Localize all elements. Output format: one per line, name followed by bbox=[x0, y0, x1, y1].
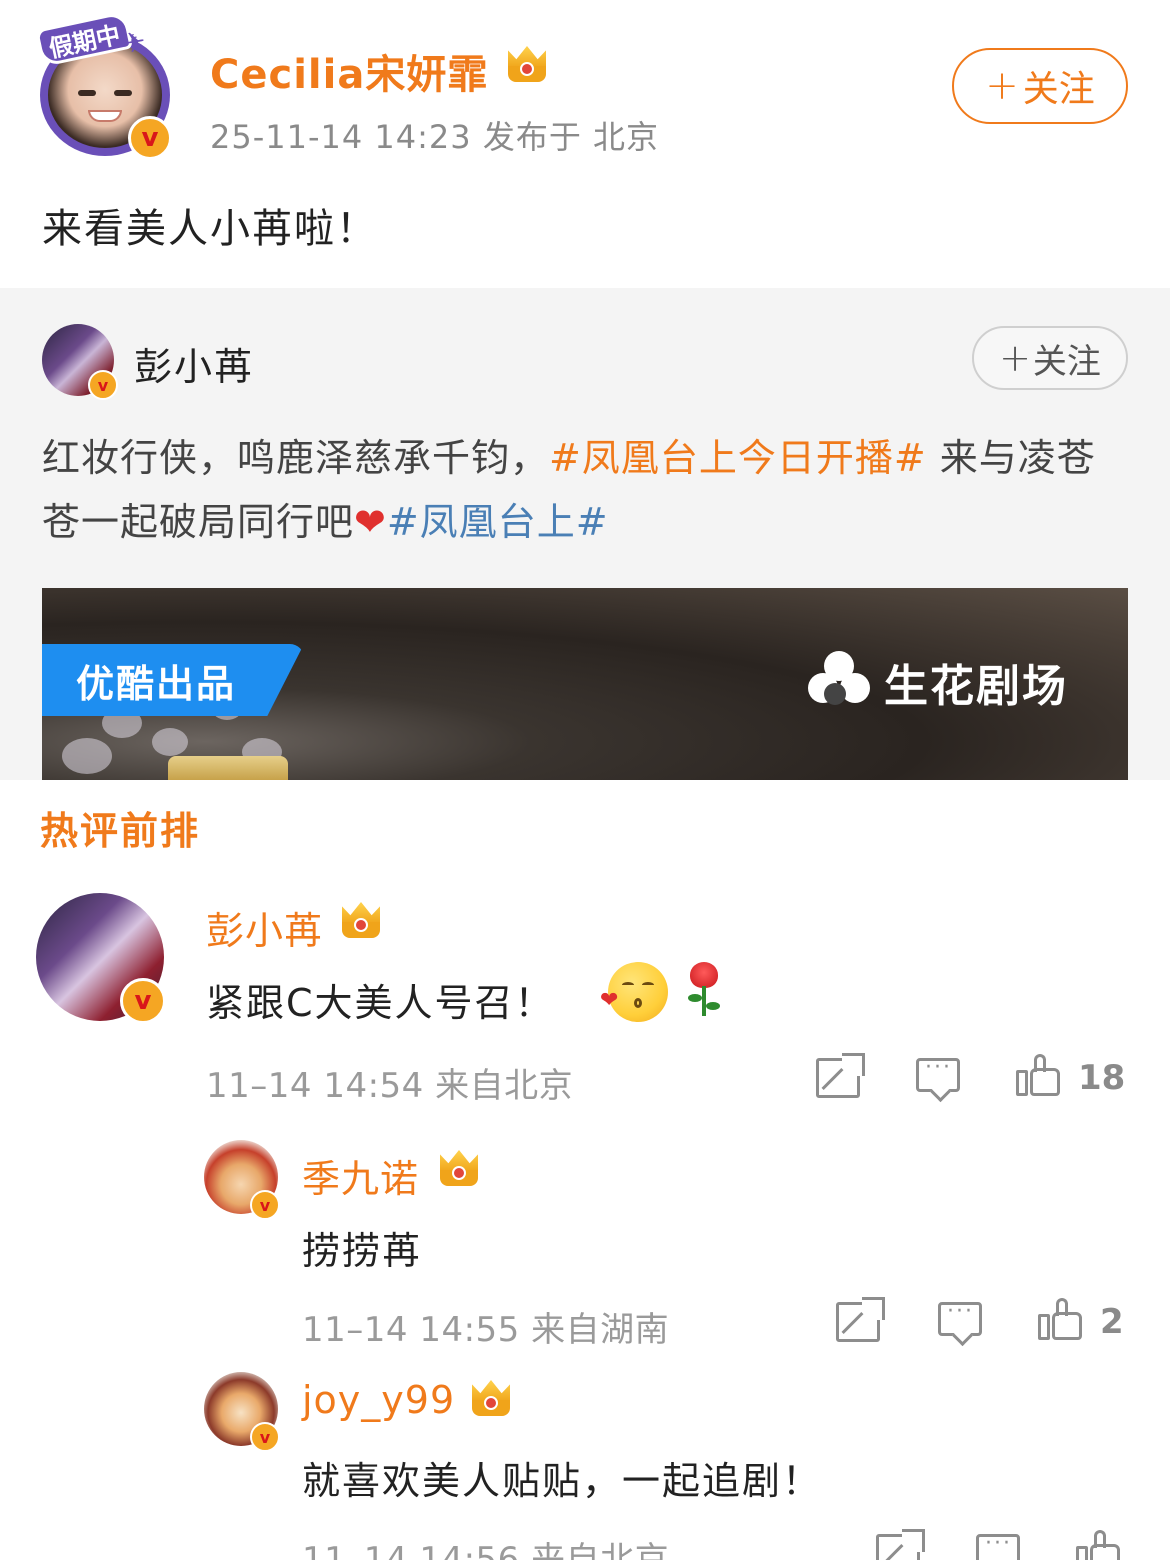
like-icon[interactable] bbox=[1016, 1054, 1060, 1098]
comment-icon[interactable] bbox=[938, 1299, 982, 1336]
like-icon[interactable] bbox=[1038, 1298, 1082, 1342]
follow-label: 关注 bbox=[1022, 69, 1095, 110]
plus-icon: + bbox=[999, 336, 1031, 380]
follow-button[interactable]: + 关注 bbox=[952, 48, 1128, 124]
reply-name[interactable]: joy_y99 bbox=[302, 1378, 455, 1422]
reply-name[interactable]: 季九诺 bbox=[302, 1148, 419, 1203]
costume-detail bbox=[168, 756, 288, 780]
crown-icon[interactable] bbox=[504, 44, 550, 84]
crown-icon[interactable] bbox=[338, 900, 384, 940]
commenter-name[interactable]: 彭小苒 bbox=[206, 900, 323, 955]
follow-label: 关注 bbox=[1032, 341, 1101, 382]
like-count: 2 bbox=[1100, 1302, 1124, 1342]
petal-decoration bbox=[152, 728, 188, 756]
avatar-mouth bbox=[88, 110, 122, 122]
post-header: 假期中 ✈ v Cecilia宋妍霏 25-11-14 14:23 发布于 北京… bbox=[0, 0, 1170, 290]
rose-emoji-icon bbox=[684, 962, 724, 1018]
plane-icon: ✈ bbox=[119, 24, 149, 61]
reply-text: 就喜欢美人贴贴，一起追剧！ bbox=[302, 1459, 823, 1503]
repost-follow-button[interactable]: + 关注 bbox=[972, 326, 1128, 390]
reply-meta: 11–14 14:55 来自湖南 bbox=[302, 1310, 670, 1350]
avatar-eye bbox=[78, 90, 96, 96]
flower-logo-icon bbox=[808, 651, 870, 713]
like-icon[interactable] bbox=[1076, 1530, 1120, 1560]
reply-text: 捞捞苒 bbox=[302, 1229, 423, 1273]
repost-text: 红妆行侠，鸣鹿泽慈承千钧，#凤凰台上今日开播# 来与凌苍苍一起破局同行吧❤#凤凰… bbox=[42, 426, 1132, 554]
reply-meta: 11–14 14:56 来自北京 bbox=[302, 1540, 670, 1560]
verified-badge-icon: v bbox=[120, 978, 166, 1024]
verified-badge-icon: v bbox=[88, 370, 118, 400]
share-icon[interactable] bbox=[876, 1529, 925, 1560]
comment-text: 紧跟C大美人号召！ bbox=[206, 981, 555, 1025]
hashtag-link[interactable]: #凤凰台上# bbox=[387, 500, 609, 544]
verified-badge-icon: v bbox=[128, 116, 172, 160]
repost-author-name[interactable]: 彭小苒 bbox=[134, 336, 254, 391]
crown-icon[interactable] bbox=[436, 1148, 482, 1188]
share-icon[interactable] bbox=[816, 1053, 865, 1098]
comment-icon[interactable] bbox=[916, 1055, 960, 1092]
verified-badge-icon: v bbox=[250, 1190, 280, 1220]
post-text: 来看美人小苒啦！ bbox=[42, 206, 378, 252]
post-timestamp: 25-11-14 14:23 发布于 北京 bbox=[210, 118, 659, 156]
hashtag-link[interactable]: #凤凰台上今日开播# bbox=[549, 436, 927, 480]
youku-badge: 优酷出品 bbox=[42, 644, 304, 716]
hot-comments-title: 热评前排 bbox=[40, 809, 201, 853]
kiss-emoji-icon: ❤ bbox=[600, 962, 668, 1022]
repost-text-part: 红妆行侠，鸣鹿泽慈承千钧， bbox=[42, 436, 550, 480]
author-name[interactable]: Cecilia宋妍霏 bbox=[210, 42, 488, 100]
share-icon[interactable] bbox=[836, 1297, 885, 1342]
heart-emoji-icon: ❤ bbox=[354, 500, 387, 544]
plus-icon: + bbox=[985, 63, 1019, 109]
petal-decoration bbox=[62, 738, 112, 774]
brand-logo: 生花剧场 bbox=[808, 650, 1068, 714]
repost-card[interactable]: v 彭小苒 + 关注 红妆行侠，鸣鹿泽慈承千钧，#凤凰台上今日开播# 来与凌苍苍… bbox=[0, 288, 1170, 780]
comment-meta: 11–14 14:54 来自北京 bbox=[206, 1066, 574, 1106]
brand-name: 生花剧场 bbox=[884, 661, 1068, 712]
crown-icon[interactable] bbox=[468, 1378, 514, 1418]
avatar-eye bbox=[114, 90, 132, 96]
verified-badge-icon: v bbox=[250, 1422, 280, 1452]
like-count: 18 bbox=[1078, 1058, 1126, 1098]
comment-icon[interactable] bbox=[976, 1531, 1020, 1560]
repost-video-thumbnail[interactable]: 优酷出品 生花剧场 bbox=[42, 588, 1128, 780]
